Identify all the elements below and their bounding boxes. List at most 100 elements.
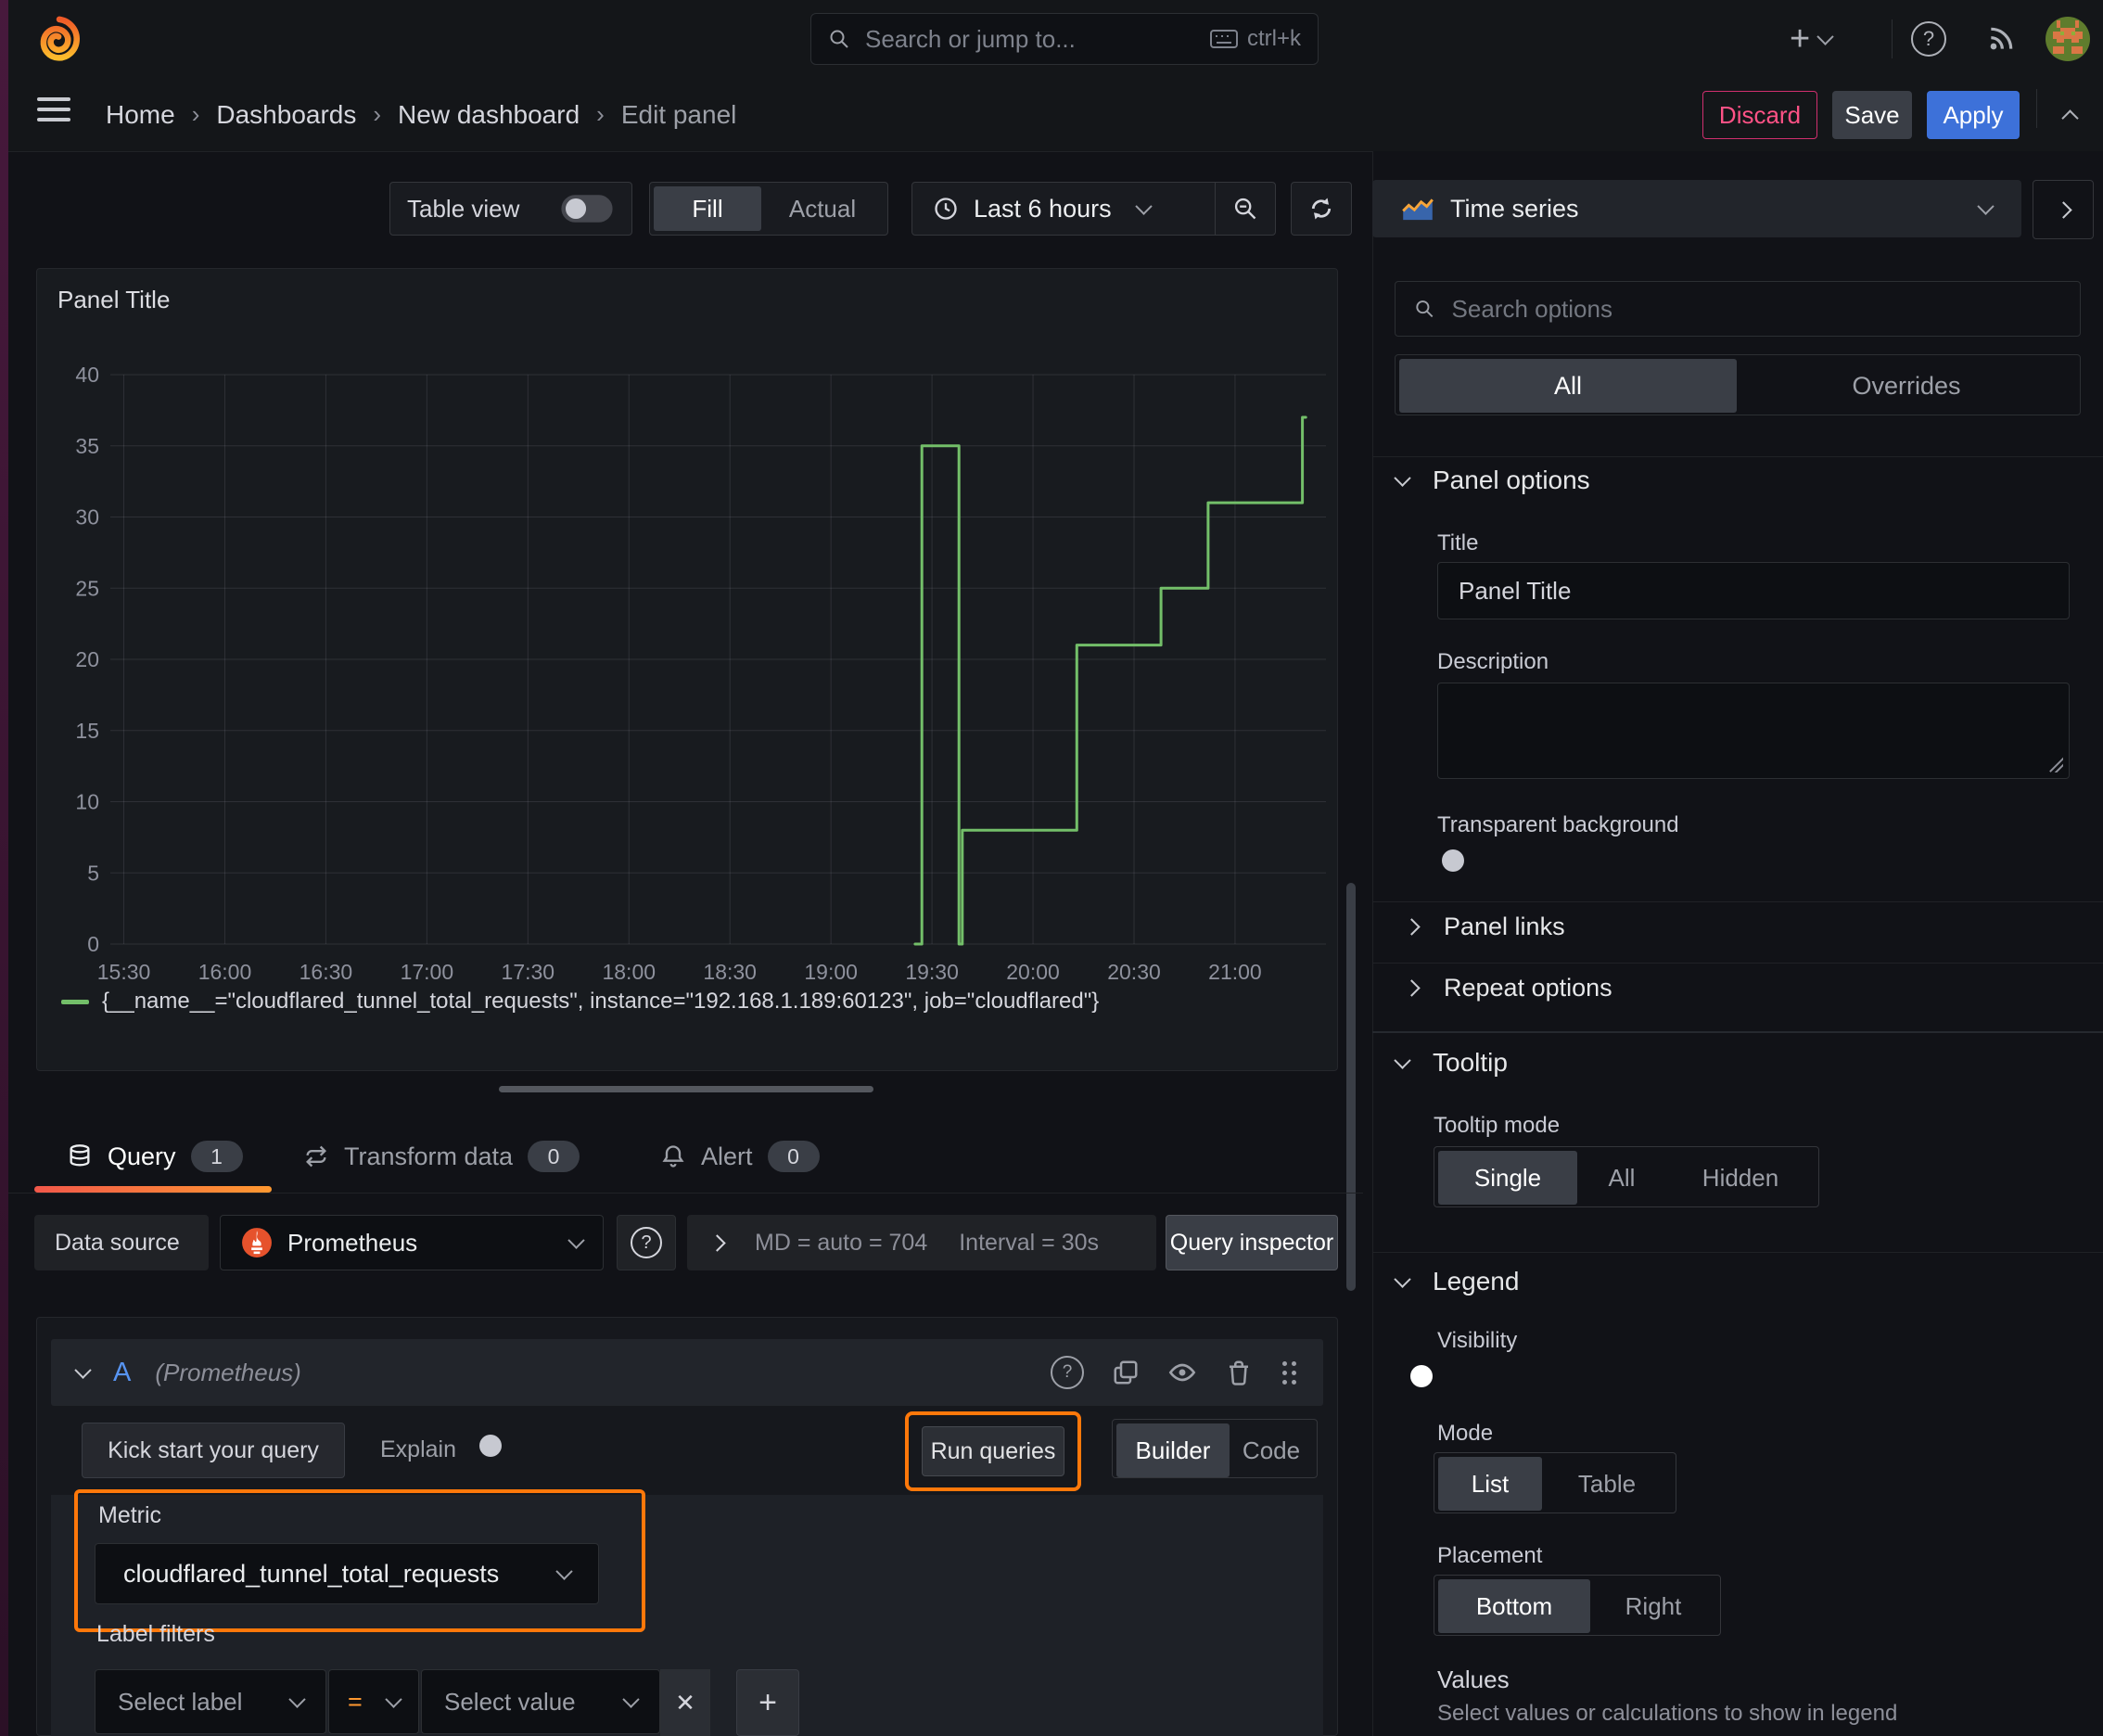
main-scrollbar[interactable] — [1346, 883, 1356, 1291]
legend-section-header[interactable]: Legend — [1394, 1267, 1520, 1296]
pane-resize-handle[interactable] — [499, 1086, 873, 1092]
duplicate-icon[interactable] — [1112, 1359, 1140, 1386]
title-input[interactable] — [1457, 575, 2050, 606]
refresh-icon — [1311, 198, 1332, 220]
y-tick-label: 20 — [75, 647, 99, 671]
plus-icon: + — [758, 1684, 777, 1720]
code-option[interactable]: Code — [1230, 1423, 1313, 1477]
query-row-header[interactable]: A (Prometheus) ? — [51, 1339, 1323, 1406]
metric-select[interactable]: cloudflared_tunnel_total_requests — [95, 1543, 599, 1604]
options-search[interactable] — [1395, 281, 2081, 337]
x-tick-label: 17:00 — [401, 960, 454, 984]
legend-list-option[interactable]: List — [1438, 1457, 1542, 1511]
tab-transform-label: Transform data — [344, 1142, 514, 1170]
panel-options-section-header[interactable]: Panel options — [1394, 466, 1590, 495]
toggle-viz-suggestions-button[interactable] — [2033, 180, 2094, 239]
tab-query[interactable]: Query 1 — [67, 1120, 243, 1193]
operator-dropdown[interactable]: = — [328, 1669, 419, 1734]
builder-option[interactable]: Builder — [1116, 1423, 1230, 1477]
resize-handle-icon[interactable] — [2046, 756, 2063, 772]
repeat-options-section-header[interactable]: Repeat options — [1403, 974, 1612, 1002]
query-inspector-button[interactable]: Query inspector — [1166, 1215, 1338, 1270]
tab-alert[interactable]: Alert 0 — [660, 1120, 820, 1193]
save-button[interactable]: Save — [1832, 91, 1912, 139]
datasource-help-button[interactable]: ? — [617, 1215, 676, 1270]
breadcrumb: Home › Dashboards › New dashboard › Edit… — [106, 78, 736, 151]
options-search-input[interactable] — [1449, 293, 2061, 325]
data-source-picker[interactable]: Prometheus — [220, 1215, 604, 1270]
tooltip-hidden-option[interactable]: Hidden — [1666, 1151, 1815, 1205]
timeseries-chart[interactable]: 0 5 10 15 20 25 30 35 40 15:30 16:00 16:30 17:00 17:3… — [37, 269, 1339, 1039]
visualization-name: Time series — [1450, 194, 1579, 223]
panel-links-section-header[interactable]: Panel links — [1403, 913, 1565, 941]
search-input[interactable] — [863, 23, 1197, 55]
panel-options-heading: Panel options — [1433, 466, 1590, 494]
legend-heading: Legend — [1433, 1267, 1520, 1296]
grafana-logo-icon — [40, 16, 80, 61]
tooltip-mode-label: Tooltip mode — [1434, 1113, 1561, 1138]
add-menu-button[interactable]: + — [1790, 20, 1834, 57]
run-queries-button[interactable]: Run queries — [922, 1426, 1064, 1476]
help-button[interactable]: ? — [1908, 20, 1949, 57]
avatar[interactable] — [2046, 17, 2090, 61]
legend-table-option[interactable]: Table — [1542, 1457, 1672, 1511]
trash-icon[interactable] — [1225, 1359, 1253, 1386]
collapse-query-icon[interactable] — [74, 1360, 92, 1379]
chevron-down-icon — [1816, 27, 1834, 45]
collapse-header-button[interactable] — [2049, 95, 2090, 135]
x-tick-label: 16:00 — [198, 960, 252, 984]
tab-overrides[interactable]: Overrides — [1737, 359, 2076, 413]
tooltip-all-option[interactable]: All — [1577, 1151, 1666, 1205]
chevron-right-icon — [1403, 979, 1421, 997]
refresh-button[interactable] — [1291, 182, 1352, 236]
news-button[interactable] — [1981, 20, 2021, 57]
drag-handle-icon[interactable] — [1281, 1359, 1297, 1385]
breadcrumb-separator: › — [596, 100, 605, 128]
apply-button[interactable]: Apply — [1927, 91, 2020, 139]
menu-toggle[interactable] — [37, 91, 70, 128]
breadcrumb-home[interactable]: Home — [106, 100, 175, 130]
description-field[interactable] — [1437, 683, 2070, 782]
tab-all[interactable]: All — [1399, 359, 1737, 413]
tab-transform[interactable]: Transform data 0 — [303, 1120, 580, 1193]
select-value-dropdown[interactable]: Select value — [421, 1669, 660, 1734]
breadcrumb-dashboards[interactable]: Dashboards — [216, 100, 356, 130]
grafana-logo[interactable] — [35, 15, 83, 63]
breadcrumb-separator: › — [191, 100, 200, 128]
remove-filter-button[interactable]: ✕ — [660, 1669, 710, 1736]
actual-option[interactable]: Actual — [761, 195, 884, 223]
global-search[interactable]: ctrl+k — [810, 13, 1319, 65]
section-divider — [1372, 456, 2103, 457]
add-filter-button[interactable]: + — [736, 1669, 799, 1736]
legend-item[interactable]: {__name__="cloudflared_tunnel_total_requ… — [61, 989, 1099, 1015]
placement-bottom-option[interactable]: Bottom — [1438, 1579, 1590, 1633]
discard-button[interactable]: Discard — [1702, 91, 1817, 139]
zoom-out-icon — [1234, 198, 1256, 220]
table-view-toggle[interactable] — [561, 195, 613, 223]
select-label-dropdown[interactable]: Select label — [95, 1669, 326, 1734]
x-tick-label: 15:30 — [97, 960, 151, 984]
zoom-out-button[interactable] — [1216, 183, 1275, 235]
chevron-down-icon — [1977, 197, 1995, 215]
visibility-label: Visibility — [1437, 1328, 1518, 1353]
chart-canvas: 0 5 10 15 20 25 30 35 40 15:30 16:00 16:30 17:00 17:3… — [75, 363, 1326, 984]
section-divider — [1372, 963, 2103, 964]
chevron-down-icon — [555, 1562, 573, 1580]
placement-right-option[interactable]: Right — [1590, 1579, 1716, 1633]
tooltip-single-option[interactable]: Single — [1438, 1151, 1577, 1205]
divider — [2036, 89, 2037, 128]
active-tab-indicator — [34, 1186, 272, 1193]
visualization-picker[interactable]: Time series — [1372, 180, 2021, 237]
query-help-icon[interactable]: ? — [1051, 1356, 1084, 1389]
title-field[interactable] — [1437, 562, 2070, 619]
eye-icon[interactable] — [1167, 1358, 1197, 1387]
description-input[interactable] — [1457, 683, 2050, 782]
tooltip-section-header[interactable]: Tooltip — [1394, 1048, 1508, 1078]
time-range-control: Last 6 hours — [911, 182, 1276, 236]
chevron-right-icon[interactable] — [708, 1233, 726, 1252]
breadcrumb-new-dashboard[interactable]: New dashboard — [398, 100, 580, 130]
kick-start-query-button[interactable]: Kick start your query — [82, 1423, 345, 1478]
fill-option[interactable]: Fill — [654, 186, 761, 231]
time-range-picker[interactable]: Last 6 hours — [912, 195, 1215, 223]
operator-value: = — [348, 1687, 363, 1716]
